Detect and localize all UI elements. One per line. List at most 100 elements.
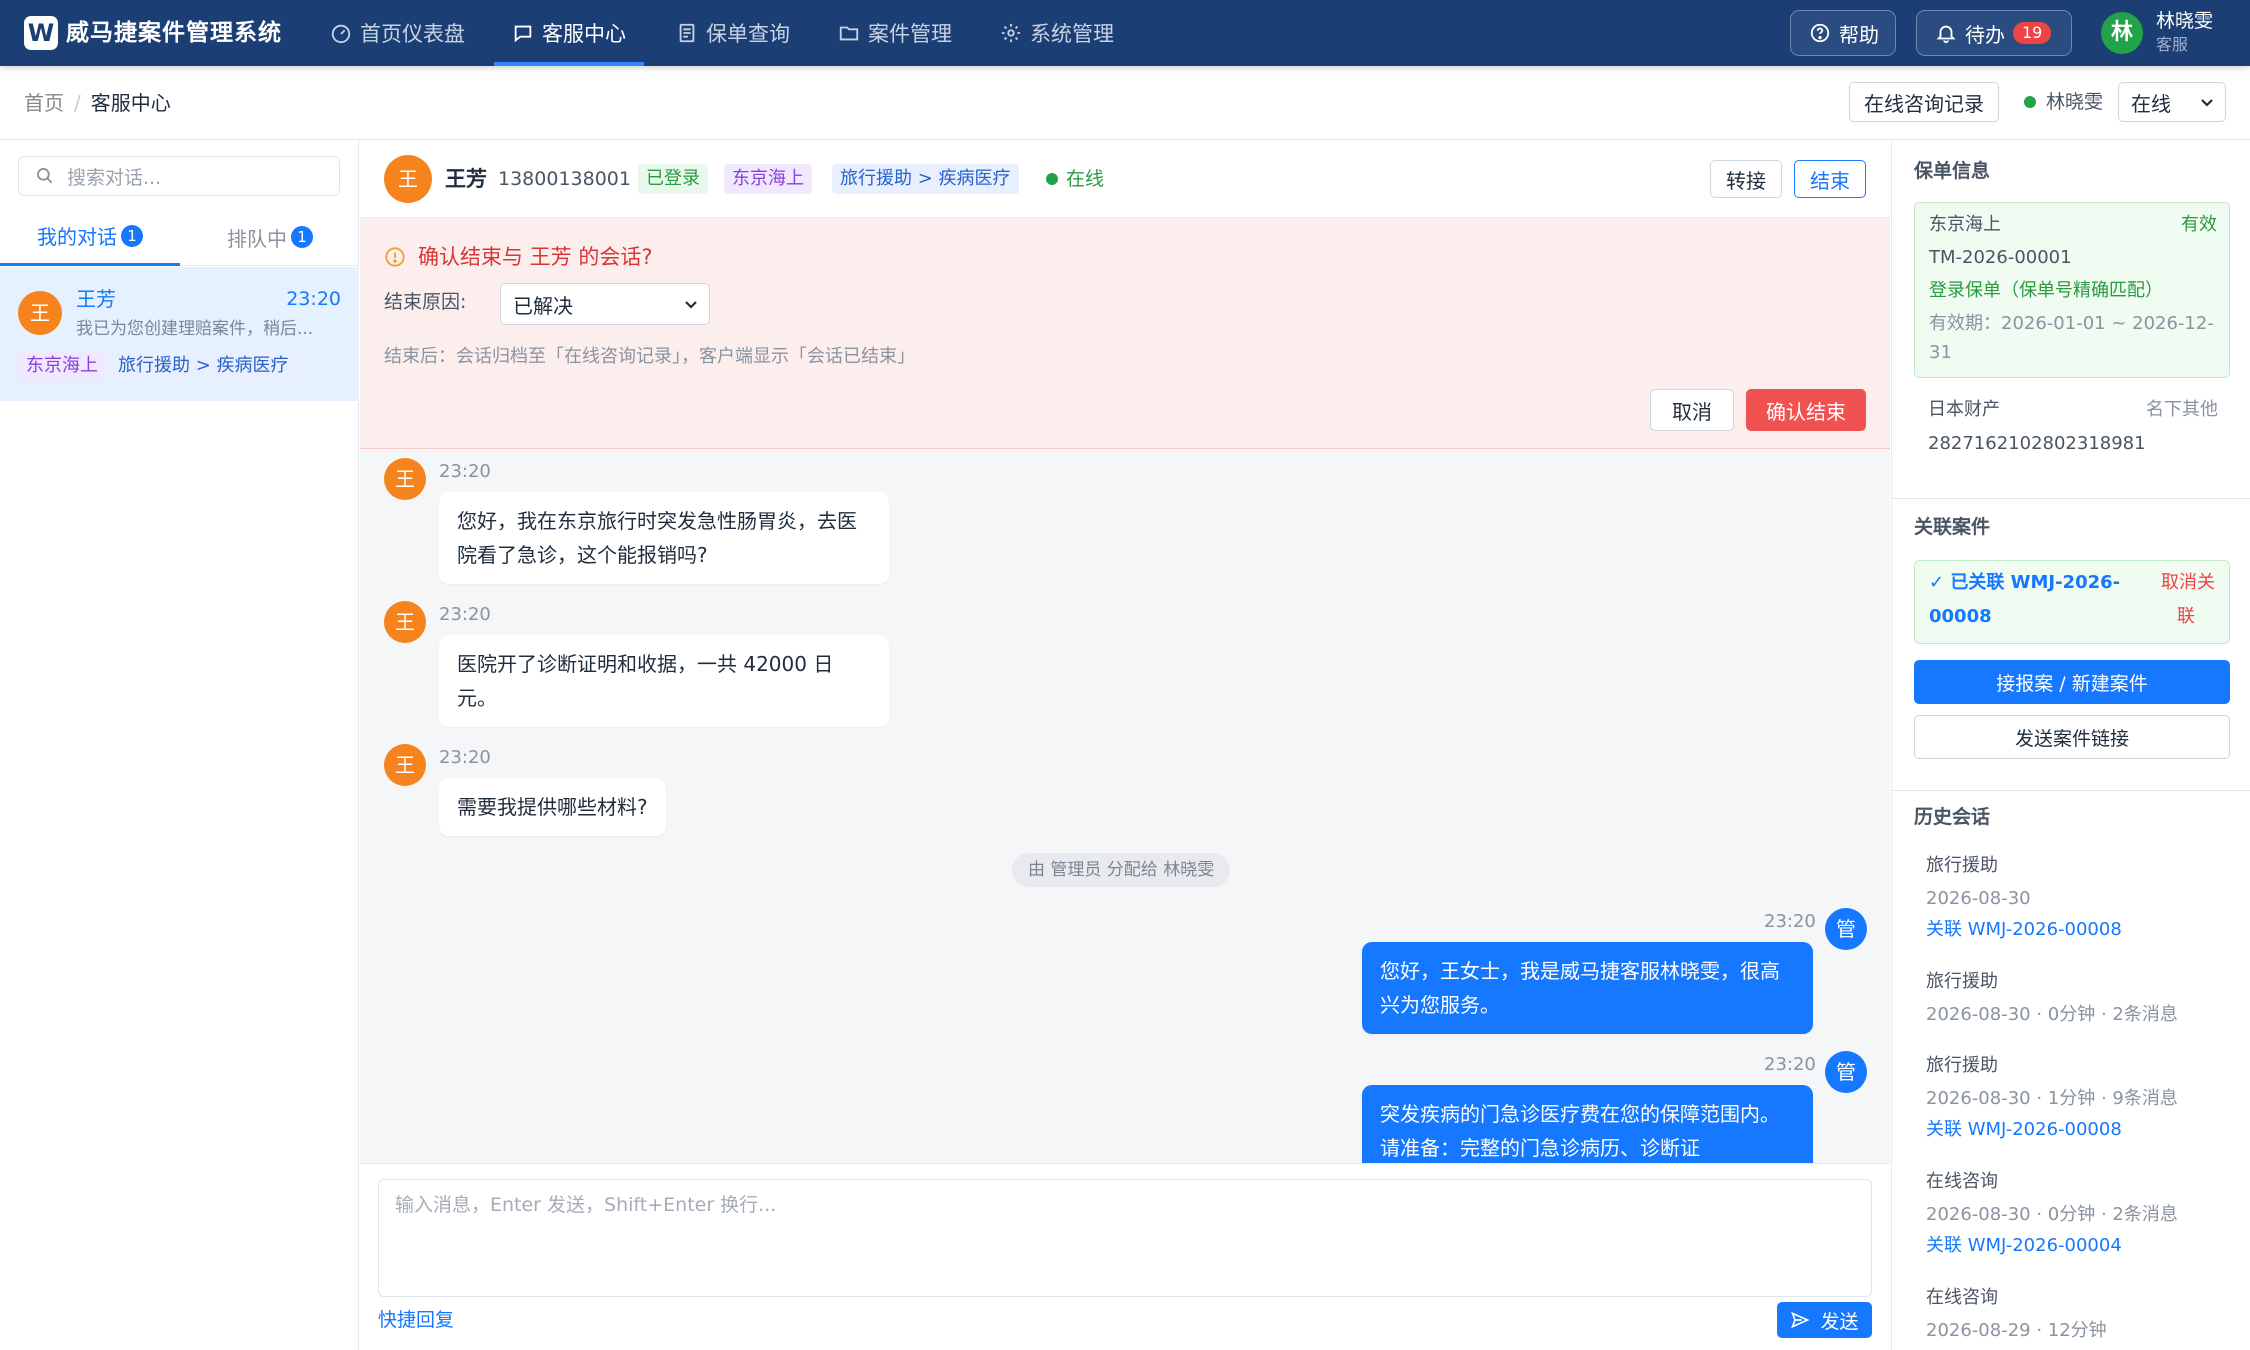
new-case-button[interactable]: 接报案 / 新建案件 bbox=[1914, 660, 2230, 704]
customer-avatar: 王 bbox=[384, 458, 426, 500]
message-time: 23:20 bbox=[439, 461, 491, 482]
user-avatar[interactable]: 林 bbox=[2101, 12, 2143, 54]
history-type: 在线咨询 bbox=[1926, 1287, 1998, 1308]
help-label: 帮助 bbox=[1839, 22, 1879, 47]
user-role: 客服 bbox=[2156, 35, 2189, 54]
tab-count-badge: 1 bbox=[121, 224, 143, 247]
history-linked-case[interactable]: 关联 WMJ-2026-00008 bbox=[1926, 916, 2122, 944]
unlink-case-button[interactable]: 取消关 bbox=[2161, 569, 2215, 597]
app-logo[interactable]: W bbox=[24, 16, 58, 50]
agent-message: 突发疾病的门急诊医疗费在您的保障范围内。请准备：完整的门急诊病历、诊断证 bbox=[1362, 1085, 1813, 1163]
online-records-button[interactable]: 在线咨询记录 bbox=[1849, 82, 1999, 122]
policy-validity: 有效期：2026-01-01 ~ 2026-12- bbox=[1929, 313, 2214, 334]
message-input[interactable]: 输入消息，Enter 发送，Shift+Enter 换行... bbox=[378, 1179, 1872, 1297]
history-linked-case[interactable]: 关联 WMJ-2026-00008 bbox=[1926, 1116, 2122, 1144]
nav-item-case-management[interactable]: 案件管理 bbox=[838, 0, 952, 66]
end-hint: 结束后：会话归档至「在线咨询记录」，客户端显示「会话已结束」 bbox=[384, 346, 915, 367]
policy-match: 登录保单（保单号精确匹配） bbox=[1929, 280, 2163, 301]
unlink-case-button-cont[interactable]: 联 bbox=[2177, 603, 2195, 631]
customer-avatar: 王 bbox=[384, 601, 426, 643]
breadcrumb-home[interactable]: 首页 bbox=[24, 91, 64, 115]
breadcrumb-separator: / bbox=[74, 91, 81, 115]
agent-name: 林晓雯 bbox=[2046, 91, 2104, 113]
agent-status-value: 在线 bbox=[2131, 91, 2171, 116]
nav-item-policy-query[interactable]: 保单查询 bbox=[676, 0, 790, 66]
customer-avatar: 王 bbox=[18, 291, 62, 335]
customer-name: 王芳 bbox=[445, 167, 487, 191]
online-label: 在线 bbox=[1066, 168, 1105, 190]
message-input-placeholder: 输入消息，Enter 发送，Shift+Enter 换行... bbox=[395, 1194, 777, 1216]
nav-item-label: 案件管理 bbox=[868, 22, 952, 46]
agent-status: 林晓雯 bbox=[2024, 86, 2103, 118]
nav-item-label: 系统管理 bbox=[1030, 22, 1114, 46]
user-name: 林晓雯 bbox=[2156, 10, 2214, 32]
policy-card[interactable]: 东京海上 有效 TM-2026-00001 登录保单（保单号精确匹配） 有效期：… bbox=[1914, 202, 2230, 378]
todo-button[interactable]: 待办 19 bbox=[1916, 10, 2072, 56]
linked-case-text[interactable]: ✓ 已关联 WMJ-2026- bbox=[1929, 569, 2120, 597]
company-tag: 东京海上 bbox=[724, 164, 812, 194]
search-icon bbox=[35, 166, 55, 186]
end-reason-select[interactable]: 已解决 bbox=[500, 283, 710, 325]
tab-my-conversations[interactable]: 我的对话 1 bbox=[0, 208, 180, 266]
history-title: 历史会话 bbox=[1914, 806, 1991, 828]
history-meta: 2026-08-30 · 0分钟 · 2条消息 bbox=[1926, 1204, 2178, 1225]
end-conversation-button[interactable]: 结束 bbox=[1794, 160, 1866, 198]
history-meta: 2026-08-29 · 12分钟 bbox=[1926, 1320, 2107, 1341]
nav-item-label: 首页仪表盘 bbox=[360, 22, 465, 46]
todo-label: 待办 bbox=[1965, 22, 2005, 47]
help-button[interactable]: 帮助 bbox=[1790, 10, 1896, 56]
confirm-end-button[interactable]: 确认结束 bbox=[1746, 389, 1866, 431]
linked-case-card: ✓ 已关联 WMJ-2026- 00008 取消关 联 bbox=[1914, 560, 2230, 644]
top-navbar: W 威马捷案件管理系统 首页仪表盘 客服中心 保单查询 案件管理 系统管理 帮助… bbox=[0, 0, 2250, 66]
conversation-preview: 我已为您创建理赔案件，稍后... bbox=[76, 319, 314, 339]
transfer-button[interactable]: 转接 bbox=[1710, 160, 1782, 198]
nav-item-service-center[interactable]: 客服中心 bbox=[494, 0, 644, 66]
history-linked-case[interactable]: 关联 WMJ-2026-00004 bbox=[1926, 1232, 2122, 1260]
conversation-tabs: 我的对话 1 排队中 1 bbox=[0, 208, 359, 266]
search-placeholder: 搜索对话... bbox=[67, 166, 162, 189]
other-policy-note: 名下其他 bbox=[2146, 399, 2218, 420]
linked-case-title: 关联案件 bbox=[1914, 516, 1991, 538]
customer-online-status: 在线 bbox=[1046, 164, 1104, 194]
agent-online-dot bbox=[2024, 96, 2036, 108]
login-status-tag: 已登录 bbox=[638, 164, 708, 194]
nav-item-system-management[interactable]: 系统管理 bbox=[1000, 0, 1114, 66]
history-meta: 2026-08-30 · 1分钟 · 9条消息 bbox=[1926, 1088, 2178, 1109]
agent-avatar: 管 bbox=[1825, 908, 1867, 950]
conversation-name: 王芳 bbox=[76, 287, 116, 311]
history-type: 旅行援助 bbox=[1926, 1055, 1998, 1076]
agent-avatar: 管 bbox=[1825, 1051, 1867, 1093]
nav-item-dashboard[interactable]: 首页仪表盘 bbox=[330, 0, 465, 66]
category-tag: 旅行援助 > 疾病医疗 bbox=[110, 351, 297, 381]
gauge-icon bbox=[330, 22, 352, 44]
conversation-item[interactable]: 王 王芳 23:20 我已为您创建理赔案件，稍后... 东京海上 旅行援助 > … bbox=[0, 267, 359, 401]
customer-message: 您好，我在东京旅行时突发急性肠胃炎，去医院看了急诊，这个能报销吗? bbox=[439, 492, 889, 584]
history-type: 旅行援助 bbox=[1926, 971, 1998, 992]
send-case-link-button[interactable]: 发送案件链接 bbox=[1914, 715, 2230, 759]
policy-info-title: 保单信息 bbox=[1914, 160, 1991, 182]
other-policy-number[interactable]: 2827162102802318981 bbox=[1928, 430, 2146, 458]
breadcrumb: 首页 / 客服中心 bbox=[24, 88, 171, 118]
quick-reply-link[interactable]: 快捷回复 bbox=[378, 1305, 454, 1335]
send-button[interactable]: 发送 bbox=[1777, 1302, 1872, 1338]
confirm-title: 确认结束与 王芳 的会话? bbox=[384, 241, 653, 273]
app-title: 威马捷案件管理系统 bbox=[66, 20, 282, 46]
company-tag: 东京海上 bbox=[18, 351, 106, 381]
history-meta: 2026-08-30 · 0分钟 · 2条消息 bbox=[1926, 1004, 2178, 1025]
conversation-search-input[interactable]: 搜索对话... bbox=[18, 156, 340, 196]
send-icon bbox=[1790, 1310, 1811, 1330]
customer-avatar: 王 bbox=[384, 155, 432, 203]
agent-status-select[interactable]: 在线 bbox=[2118, 82, 2226, 122]
chat-icon bbox=[512, 22, 534, 44]
gear-icon bbox=[1000, 22, 1022, 44]
nav-item-label: 保单查询 bbox=[706, 22, 790, 46]
customer-phone: 13800138001 bbox=[498, 168, 631, 190]
linked-case-number[interactable]: 00008 bbox=[1929, 603, 1992, 631]
section-divider bbox=[1892, 498, 2250, 499]
cancel-end-button[interactable]: 取消 bbox=[1650, 389, 1734, 431]
section-divider bbox=[1892, 790, 2250, 791]
message-time: 23:20 bbox=[1764, 911, 1816, 932]
tab-queue[interactable]: 排队中 1 bbox=[180, 208, 360, 266]
breadcrumb-bar: 首页 / 客服中心 在线咨询记录 林晓雯 在线 bbox=[0, 66, 2250, 140]
history-type: 旅行援助 bbox=[1926, 855, 1998, 876]
